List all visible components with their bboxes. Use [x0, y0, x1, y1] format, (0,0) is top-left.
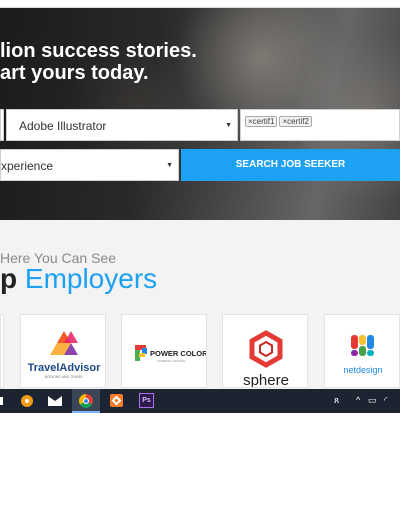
xampp-icon[interactable]	[107, 389, 125, 413]
netdesign-name: netdesign	[343, 365, 382, 375]
experience-select[interactable]: xperience ▼	[0, 149, 179, 181]
powercolor-logo: POWER COLOR COMPANY SLOGAN	[135, 345, 207, 363]
chevron-down-icon: ▼	[166, 162, 173, 169]
hero-headline: lion success stories. art yours today.	[0, 40, 197, 84]
cert-tag-label: certif1	[252, 117, 275, 126]
battery-icon[interactable]: ▭	[368, 395, 377, 406]
section-title: p Employers	[0, 263, 157, 295]
powercolor-name: POWER COLOR	[150, 349, 207, 358]
skill-select[interactable]: Adobe Illustrator ▼	[6, 109, 238, 141]
browser-top-strip	[0, 0, 400, 8]
employer-card-partial[interactable]	[0, 314, 4, 388]
section-title-bold: p	[0, 263, 18, 294]
wifi-icon[interactable]: ◜	[384, 395, 388, 406]
people-icon[interactable]: ጸ	[334, 395, 339, 406]
chevron-down-icon: ▼	[225, 122, 232, 129]
section-title-accent: Employers	[24, 263, 158, 294]
sphere-logo: sphere	[243, 330, 289, 388]
cert-tag[interactable]: ×certif2	[279, 116, 312, 127]
photoshop-icon[interactable]: Ps	[137, 389, 157, 413]
photoshop-label: Ps	[139, 393, 154, 408]
headline-line-2: art yours today.	[0, 62, 149, 84]
experience-select-value: xperience	[1, 159, 54, 173]
employer-card-sphere[interactable]: sphere	[222, 314, 308, 388]
cert-tag[interactable]: ×certif1	[245, 116, 278, 127]
hero-banner: lion success stories. art yours today. A…	[0, 8, 400, 220]
traveladvisor-tagline: BOOKING AND TRAVEL	[45, 375, 84, 379]
skill-select-value: Adobe Illustrator	[19, 119, 107, 133]
chevron-up-icon[interactable]: ^	[356, 395, 360, 405]
netdesign-logo: netdesign	[343, 335, 383, 375]
start-button[interactable]	[0, 389, 5, 413]
employer-card-netdesign[interactable]: netdesign	[324, 314, 400, 388]
blank-area	[0, 413, 400, 516]
location-select[interactable]	[0, 109, 4, 141]
employer-card-traveladvisor[interactable]: TravelAdvisor BOOKING AND TRAVEL	[20, 314, 106, 388]
media-player-icon[interactable]	[18, 389, 36, 413]
chrome-icon[interactable]	[72, 389, 100, 413]
sphere-name: sphere	[243, 372, 289, 388]
search-job-seeker-button[interactable]: SEARCH JOB SEEKER	[181, 149, 400, 181]
cert-tag-label: certif2	[287, 117, 309, 126]
traveladvisor-logo: TravelAdvisor BOOKING AND TRAVEL	[28, 331, 101, 379]
employer-card-powercolor[interactable]: POWER COLOR COMPANY SLOGAN	[121, 314, 207, 388]
windows-taskbar: Ps ጸ ^ ▭ ◜	[0, 389, 400, 413]
traveladvisor-name: TravelAdvisor	[28, 362, 101, 374]
headline-line-1: lion success stories.	[0, 40, 197, 62]
mail-icon[interactable]	[46, 389, 64, 413]
certification-multiselect[interactable]: ×certif1 ×certif2	[240, 109, 400, 141]
powercolor-tagline: COMPANY SLOGAN	[157, 359, 185, 363]
